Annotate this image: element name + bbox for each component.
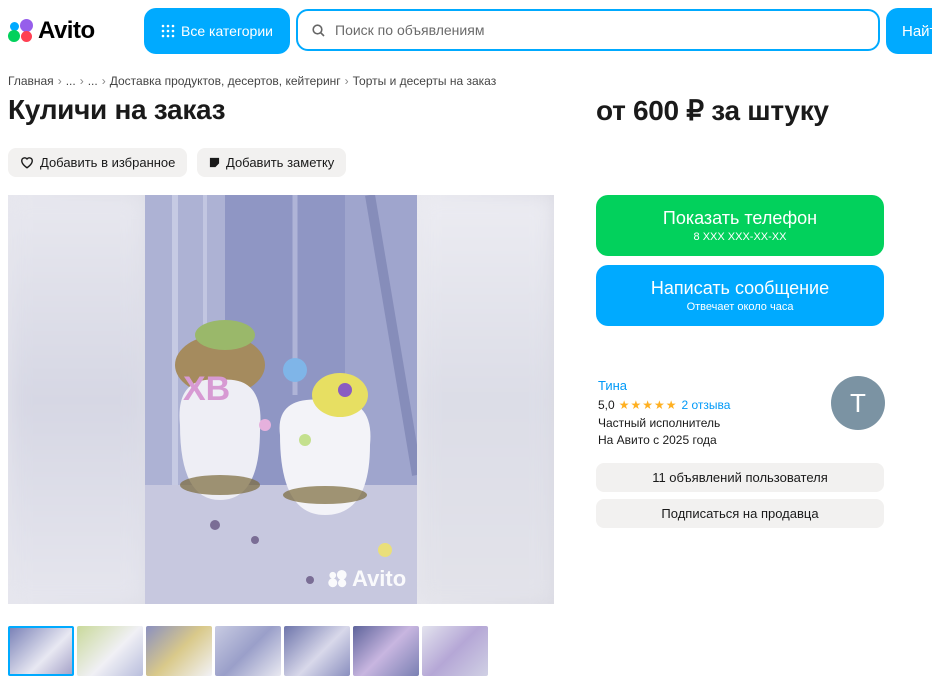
thumbnail[interactable] — [77, 626, 143, 676]
all-categories-button[interactable]: Все категории — [144, 8, 290, 54]
search-icon — [312, 23, 325, 37]
breadcrumb: Главная › ... › ... › Доставка продуктов… — [8, 74, 496, 88]
show-phone-button[interactable]: Показать телефон 8 XXX XXX-XX-XX — [596, 195, 884, 256]
page-title: Куличи на заказ — [8, 94, 226, 125]
thumbnail[interactable] — [284, 626, 350, 676]
breadcrumb-separator: › — [79, 74, 84, 88]
breadcrumb-delivery[interactable]: Доставка продуктов, десертов, кейтеринг — [110, 74, 341, 88]
watermark-text: Avito — [352, 566, 407, 591]
main-photo[interactable]: ХВ Avito — [8, 195, 554, 604]
avatar[interactable]: Т — [831, 376, 885, 430]
add-note-label: Добавить заметку — [226, 155, 335, 170]
breadcrumb-ellipsis[interactable]: ... — [66, 74, 76, 88]
seller-rating: 5,0 ★★★★★ 2 отзыва — [598, 398, 730, 412]
write-message-label: Написать сообщение — [650, 278, 830, 298]
write-message-button[interactable]: Написать сообщение Отвечает около часа — [596, 265, 884, 326]
avito-watermark-icon — [328, 570, 347, 588]
price: от 600 ₽ за штуку — [596, 95, 829, 126]
photo-content: ХВ — [145, 195, 422, 604]
rating-value: 5,0 — [598, 398, 615, 412]
avatar-letter: Т — [850, 387, 866, 418]
breadcrumb-separator: › — [101, 74, 106, 88]
photo-thumbnails — [8, 626, 488, 676]
avito-logo[interactable]: Avito — [8, 17, 95, 45]
seller-name[interactable]: Тина — [598, 378, 627, 393]
phone-mask: 8 XXX XXX-XX-XX — [693, 231, 787, 243]
seller-listings-button[interactable]: 11 объявлений пользователя — [596, 463, 884, 492]
search-input[interactable] — [333, 21, 857, 39]
breadcrumb-ellipsis[interactable]: ... — [88, 74, 98, 88]
thumbnail[interactable] — [215, 626, 281, 676]
find-button[interactable]: Найти — [886, 8, 932, 54]
thumbnail[interactable] — [353, 626, 419, 676]
avito-logo-icon — [8, 19, 34, 43]
breadcrumb-separator: › — [57, 74, 62, 88]
add-favorite-button[interactable]: Добавить в избранное — [8, 148, 188, 177]
heart-icon — [21, 157, 33, 169]
breadcrumb-separator: › — [344, 74, 349, 88]
show-phone-label: Показать телефон — [662, 208, 818, 228]
svg-text:ХВ: ХВ — [183, 370, 230, 408]
breadcrumb-home[interactable]: Главная — [8, 74, 54, 88]
thumbnail[interactable] — [146, 626, 212, 676]
breadcrumb-cakes[interactable]: Торты и десерты на заказ — [353, 74, 497, 88]
star-icons: ★★★★★ — [618, 398, 678, 412]
reviews-link[interactable]: 2 отзыва — [681, 398, 730, 412]
seller-type: Частный исполнитель — [598, 416, 721, 430]
photo-blur-left — [8, 195, 145, 604]
seller-listings-label: 11 объявлений пользователя — [652, 470, 828, 485]
subscribe-seller-label: Подписаться на продавца — [661, 506, 819, 521]
logo-text: Avito — [38, 17, 95, 44]
find-label: Найти — [902, 22, 932, 40]
add-note-button[interactable]: Добавить заметку — [197, 148, 347, 177]
thumbnail[interactable] — [8, 626, 74, 676]
seller-since: На Авито с 2025 года — [598, 433, 717, 447]
grid-dots-icon — [161, 24, 175, 38]
kulich-photo-illustration: ХВ — [145, 195, 422, 604]
response-time: Отвечает около часа — [686, 301, 794, 313]
thumbnail[interactable] — [422, 626, 488, 676]
search-bar[interactable] — [296, 9, 880, 51]
subscribe-seller-button[interactable]: Подписаться на продавца — [596, 499, 884, 528]
photo-blur-right — [417, 195, 554, 604]
avito-watermark: Avito — [328, 566, 406, 592]
note-icon — [209, 157, 220, 168]
add-favorite-label: Добавить в избранное — [40, 155, 176, 170]
all-categories-label: Все категории — [181, 23, 273, 39]
